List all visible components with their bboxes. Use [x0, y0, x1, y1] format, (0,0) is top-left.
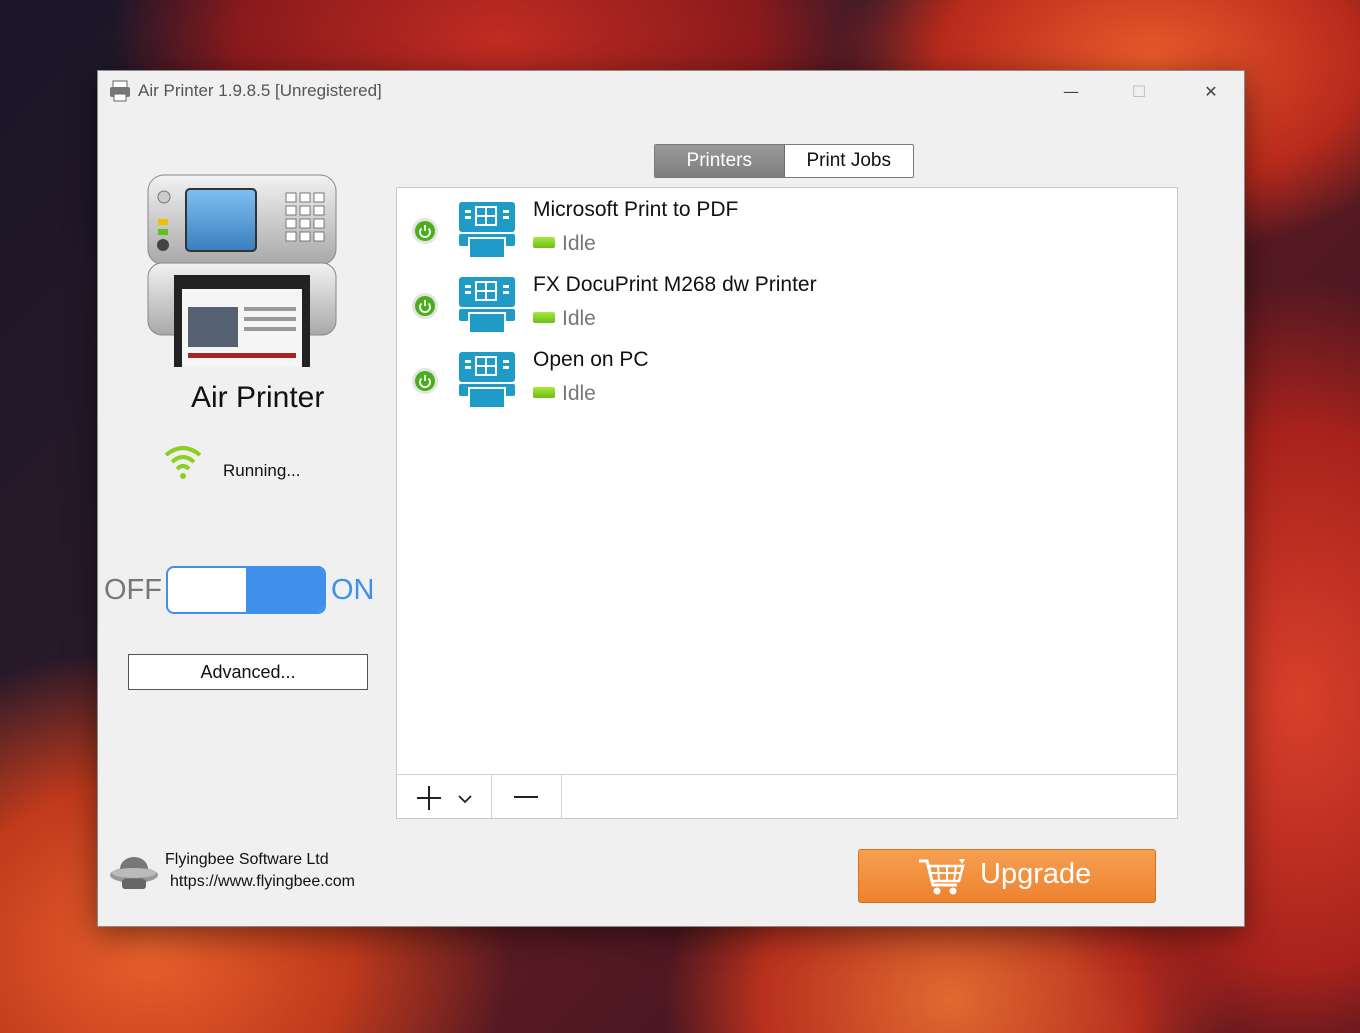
printer-state: Idle [562, 307, 596, 330]
toggle-knob [246, 568, 324, 612]
power-icon[interactable] [411, 217, 439, 245]
printer-icon [459, 277, 515, 334]
add-printer-button[interactable] [397, 775, 492, 819]
service-toggle-switch[interactable] [166, 566, 326, 614]
advanced-button[interactable]: Advanced... [128, 654, 368, 690]
toggle-on-label: ON [331, 574, 375, 606]
printer-app-icon [110, 80, 130, 102]
status-led [533, 387, 555, 398]
shopping-cart-icon [919, 859, 965, 895]
title-bar: Air Printer 1.9.8.5 [Unregistered] — ☐ ✕ [98, 71, 1244, 111]
company-name: Flyingbee Software Ltd [165, 851, 329, 868]
tab-printers[interactable]: Printers [655, 145, 785, 177]
list-toolbar [397, 774, 1177, 819]
app-window: Air Printer 1.9.8.5 [Unregistered] — ☐ ✕ [97, 70, 1245, 927]
air-printer-logo [147, 174, 337, 367]
list-item[interactable]: Microsoft Print to PDF Idle [397, 192, 1177, 264]
status-led [533, 237, 555, 248]
upgrade-button[interactable]: Upgrade [858, 849, 1156, 903]
close-button[interactable]: ✕ [1188, 77, 1234, 107]
window-title: Air Printer 1.9.8.5 [Unregistered] [138, 81, 382, 100]
maximize-button[interactable]: ☐ [1116, 77, 1162, 107]
wifi-status-icon [164, 446, 202, 479]
printer-name: Microsoft Print to PDF [533, 198, 739, 221]
flyingbee-logo [110, 857, 158, 889]
plus-icon [417, 786, 441, 810]
upgrade-label: Upgrade [980, 858, 1092, 890]
list-item[interactable]: FX DocuPrint M268 dw Printer Idle [397, 267, 1177, 339]
minus-icon [514, 796, 538, 798]
toggle-off-label: OFF [104, 574, 162, 606]
remove-printer-button[interactable] [491, 775, 562, 819]
printer-state: Idle [562, 382, 596, 405]
power-icon[interactable] [411, 367, 439, 395]
minimize-button[interactable]: — [1048, 77, 1094, 107]
printer-name: FX DocuPrint M268 dw Printer [533, 273, 817, 296]
tab-print-jobs[interactable]: Print Jobs [785, 145, 914, 177]
printer-icon [459, 202, 515, 259]
chevron-down-icon [458, 795, 472, 804]
status-led [533, 312, 555, 323]
list-item[interactable]: Open on PC Idle [397, 342, 1177, 414]
printer-state: Idle [562, 232, 596, 255]
company-url-link[interactable]: https://www.flyingbee.com [170, 873, 355, 891]
power-icon[interactable] [411, 292, 439, 320]
service-status-text: Running... [223, 461, 301, 480]
app-name-heading: Air Printer [191, 381, 325, 414]
printer-list: Microsoft Print to PDF Idle FX DocuPrint… [396, 187, 1178, 819]
printer-name: Open on PC [533, 348, 649, 371]
printer-icon [459, 352, 515, 409]
view-tabs: Printers Print Jobs [654, 144, 914, 178]
